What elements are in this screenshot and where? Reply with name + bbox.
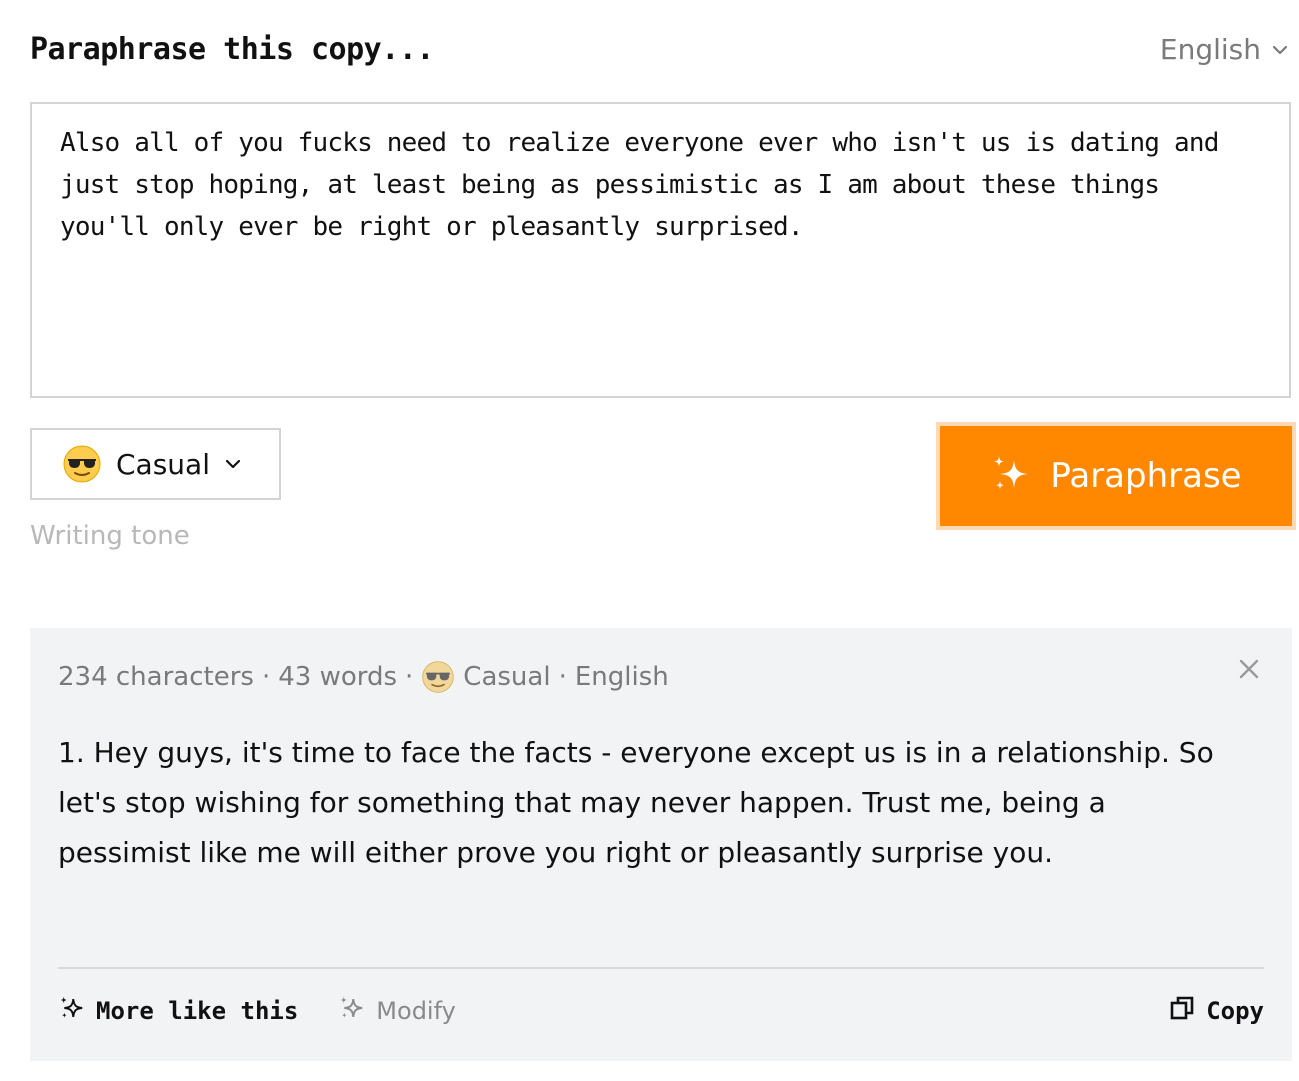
copy-button[interactable]: Copy	[1168, 994, 1264, 1028]
tone-helper-text: Writing tone	[30, 521, 190, 551]
copy-icon	[1168, 994, 1196, 1028]
language-label: English	[1159, 33, 1261, 66]
result-actions: More like this Modify	[58, 994, 456, 1028]
character-count: 234 characters	[58, 662, 254, 692]
copy-input-text[interactable]: Also all of you fucks need to realize ev…	[60, 122, 1261, 248]
paraphrase-button-label: Paraphrase	[1050, 456, 1242, 496]
result-meta: 234 characters · 43 words · Casual · Eng…	[58, 658, 669, 696]
sparkles-icon	[58, 994, 86, 1028]
meta-language: English	[574, 662, 669, 692]
language-selector[interactable]: English	[1160, 30, 1289, 70]
tone-dropdown[interactable]: Casual	[30, 428, 281, 500]
copy-input-box[interactable]: Also all of you fucks need to realize ev…	[30, 102, 1291, 398]
paraphrase-output: 1. Hey guys, it's time to face the facts…	[58, 736, 1214, 869]
divider	[58, 967, 1264, 969]
tone-label: Casual	[116, 447, 210, 481]
copy-label: Copy	[1206, 997, 1264, 1025]
more-like-this-label: More like this	[96, 997, 299, 1025]
meta-tone: Casual	[463, 662, 551, 692]
sparkles-icon	[990, 452, 1034, 501]
result-card: 234 characters · 43 words · Casual · Eng…	[30, 628, 1292, 1061]
word-count: 43 words	[278, 662, 398, 692]
sparkles-icon	[338, 994, 366, 1028]
close-icon[interactable]	[1238, 658, 1260, 685]
meta-separator: ·	[558, 662, 567, 692]
modify-label: Modify	[376, 997, 456, 1025]
meta-separator: ·	[261, 662, 271, 692]
modify-button[interactable]: Modify	[338, 994, 456, 1028]
paraphrase-button[interactable]: Paraphrase	[936, 422, 1296, 530]
sunglasses-emoji-icon	[421, 660, 455, 694]
page-title: Paraphrase this copy...	[30, 32, 434, 67]
chevron-down-icon	[1271, 41, 1289, 59]
meta-separator: ·	[405, 662, 414, 692]
sunglasses-emoji-icon	[62, 444, 102, 484]
chevron-down-icon	[224, 455, 242, 473]
more-like-this-button[interactable]: More like this	[58, 994, 298, 1028]
